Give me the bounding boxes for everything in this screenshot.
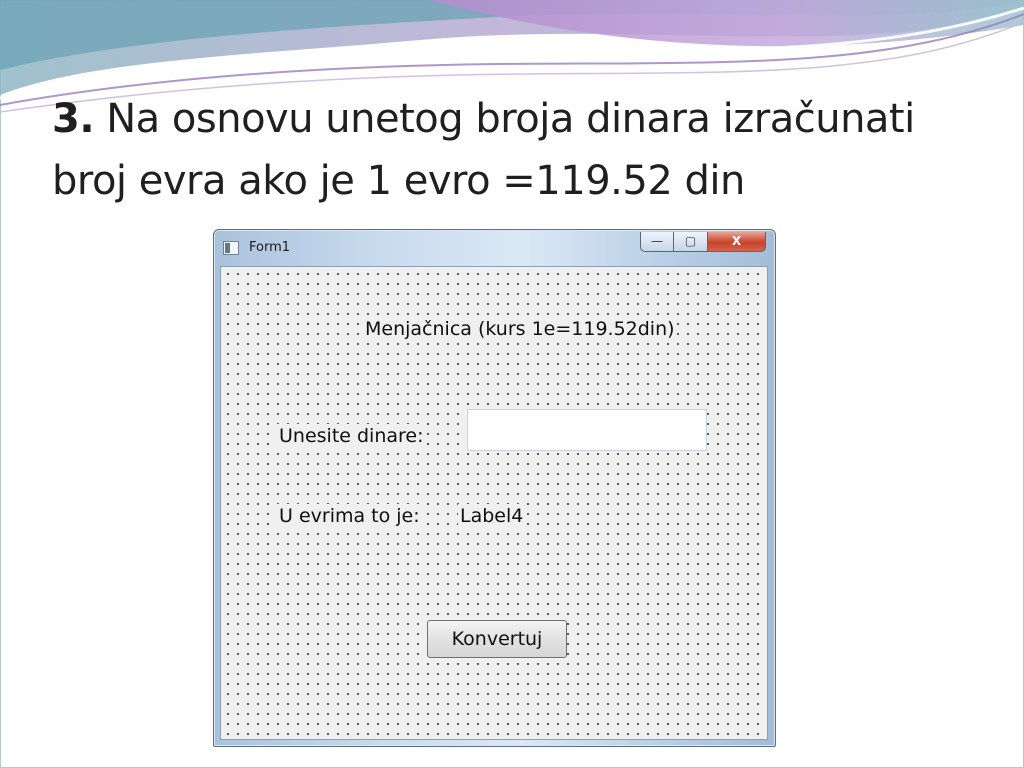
dinars-input[interactable]: [467, 409, 707, 451]
dinars-prompt-label: Unesite dinare:: [277, 424, 426, 448]
slide-title-line1: Na osnovu unetog broja dinara izračunati: [106, 96, 915, 142]
slide-title: 3. Na osnovu unetog broja dinara izračun…: [52, 88, 992, 212]
slide-title-line2: broj evra ako je 1 evro =119.52 din: [52, 158, 745, 204]
close-button[interactable]: X: [708, 232, 766, 252]
form-window: Form1 — ▢ X Menjačnica (kurs 1e=119.52di…: [213, 229, 776, 747]
convert-button[interactable]: Konvertuj: [427, 620, 567, 658]
euro-result-value-label: Label4: [458, 504, 526, 528]
maximize-button[interactable]: ▢: [674, 232, 708, 252]
minimize-button[interactable]: —: [640, 232, 674, 252]
slide-title-number: 3.: [52, 96, 95, 142]
window-titlebar[interactable]: Form1 — ▢ X: [214, 230, 775, 266]
euro-result-prefix-label: U evrima to je:: [277, 504, 422, 528]
window-title: Form1: [249, 240, 291, 255]
form-window-icon[interactable]: [223, 241, 239, 255]
form-design-surface: Menjačnica (kurs 1e=119.52din) Unesite d…: [220, 266, 768, 740]
exchange-heading-label: Menjačnica (kurs 1e=119.52din): [363, 317, 677, 341]
